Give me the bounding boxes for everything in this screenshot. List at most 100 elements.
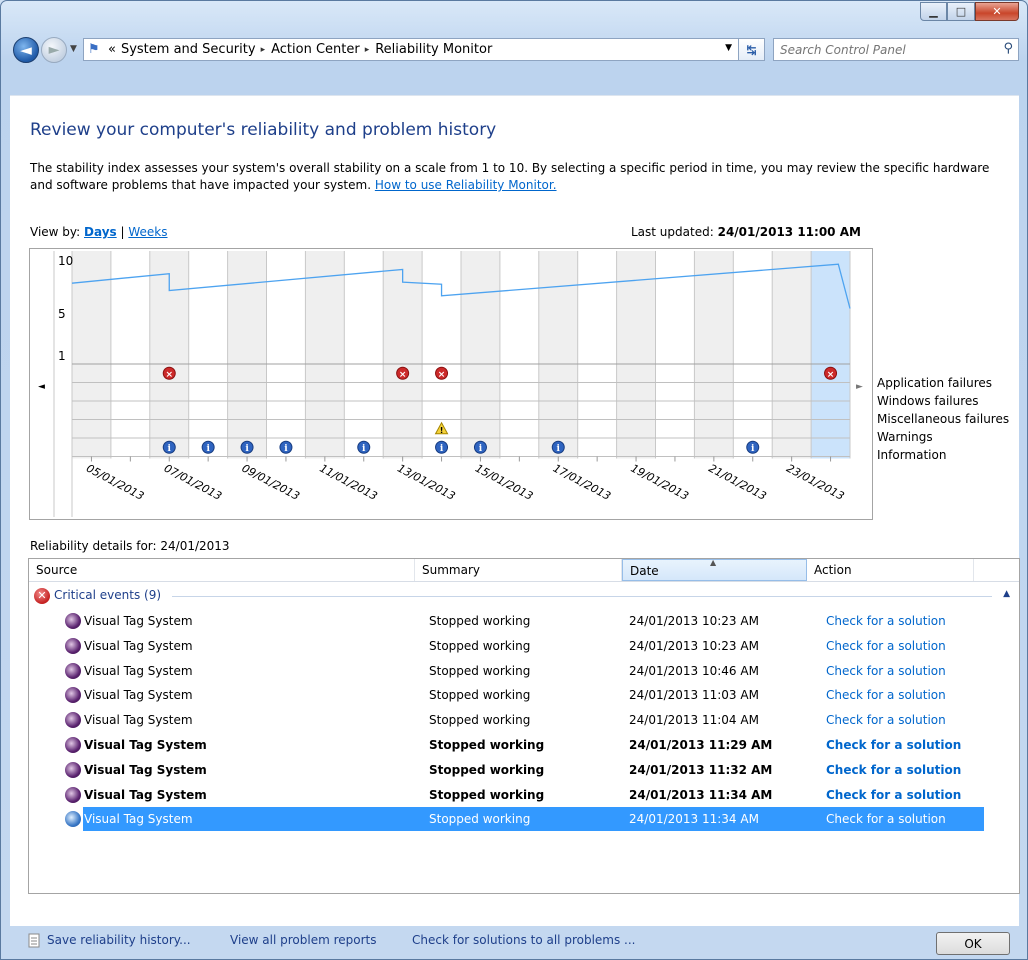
- refresh-button[interactable]: ↹: [739, 38, 765, 61]
- table-row[interactable]: Visual Tag System Stopped working 24/01/20…: [29, 659, 1019, 683]
- check-solution-link[interactable]: Check for a solution: [826, 609, 946, 633]
- column-header-summary[interactable]: Summary: [415, 559, 622, 581]
- sort-ascending-icon: ▲: [710, 558, 717, 567]
- app-icon: [65, 662, 81, 679]
- forward-arrow-icon[interactable]: ►: [41, 37, 67, 63]
- collapse-icon[interactable]: ▲: [1003, 589, 1010, 599]
- row-source: Visual Tag System: [84, 614, 193, 628]
- chart-column[interactable]: [110, 251, 150, 459]
- chart-column[interactable]: [772, 251, 812, 459]
- row-summary: Stopped working: [429, 812, 531, 827]
- svg-text:×: ×: [827, 370, 835, 380]
- app-icon: [65, 712, 81, 729]
- reliability-chart[interactable]: 10 5 1 × × × ×! i i i i i i i i i 05/01/2013 07/01/2013 09…: [29, 248, 873, 520]
- chart-column[interactable]: [655, 251, 695, 459]
- app-icon: [65, 811, 81, 828]
- chart-column[interactable]: [499, 251, 539, 459]
- last-updated: Last updated: 24/01/2013 11:00 AM: [631, 225, 861, 239]
- svg-text:×: ×: [399, 370, 407, 380]
- x-tick-label: 09/01/2013: [240, 462, 302, 503]
- view-all-reports-link[interactable]: View all problem reports: [230, 933, 377, 947]
- table-row[interactable]: Visual Tag System Stopped working 24/01/20…: [29, 733, 1019, 757]
- row-source: Visual Tag System: [84, 663, 193, 678]
- chart-column[interactable]: [266, 251, 306, 459]
- x-tick-label: 21/01/2013: [706, 462, 768, 503]
- table-row[interactable]: Visual Tag System Stopped working 24/01/20…: [29, 683, 1019, 707]
- address-root[interactable]: «: [108, 42, 116, 57]
- ok-button[interactable]: OK: [936, 932, 1010, 955]
- chevron-right-icon[interactable]: ▸: [261, 45, 266, 55]
- address-segment-reliability-monitor[interactable]: Reliability Monitor: [375, 42, 492, 57]
- svg-text:i: i: [245, 444, 249, 454]
- row-date: 24/01/2013 11:29 AM: [629, 738, 773, 752]
- table-row[interactable]: Visual Tag System Stopped working 24/01/20…: [29, 609, 1019, 633]
- check-all-solutions-link[interactable]: Check for solutions to all problems ...: [412, 933, 636, 947]
- search-box[interactable]: ⚲: [773, 38, 1026, 61]
- last-updated-label: Last updated:: [631, 225, 714, 239]
- check-solution-link[interactable]: Check for a solution: [826, 807, 946, 831]
- chart-column[interactable]: [461, 251, 500, 459]
- row-summary: Stopped working: [429, 614, 531, 628]
- help-link[interactable]: How to use Reliability Monitor.: [375, 178, 557, 192]
- x-tick-label: 15/01/2013: [473, 462, 535, 503]
- chevron-right-icon[interactable]: ▸: [365, 45, 370, 55]
- address-segment-system-security[interactable]: System and Security: [121, 42, 256, 57]
- check-solution-link[interactable]: Check for a solution: [826, 683, 946, 707]
- minimize-button[interactable]: ▁: [920, 2, 947, 21]
- app-icon: [65, 687, 81, 704]
- address-segment-action-center[interactable]: Action Center: [271, 42, 360, 57]
- table-row[interactable]: Visual Tag System Stopped working 24/01/20…: [65, 807, 984, 832]
- table-row[interactable]: Visual Tag System Stopped working 24/01/20…: [29, 634, 1019, 658]
- view-days-link[interactable]: Days: [84, 225, 117, 239]
- svg-text:i: i: [206, 444, 210, 454]
- maximize-button[interactable]: □: [947, 2, 975, 21]
- history-dropdown-icon[interactable]: ▼: [70, 44, 77, 54]
- close-button[interactable]: ✕: [975, 2, 1019, 21]
- chart-column[interactable]: [733, 251, 773, 459]
- scroll-right-icon[interactable]: ►: [856, 382, 863, 392]
- check-solution-link[interactable]: Check for a solution: [826, 733, 961, 757]
- table-row[interactable]: Visual Tag System Stopped working 24/01/20…: [29, 708, 1019, 732]
- chart-column[interactable]: [811, 251, 850, 459]
- view-weeks-link[interactable]: Weeks: [128, 225, 167, 239]
- scroll-left-icon[interactable]: ◄: [38, 382, 45, 392]
- check-solution-link[interactable]: Check for a solution: [826, 783, 961, 807]
- app-icon: [65, 613, 81, 629]
- chart-column[interactable]: [344, 251, 384, 459]
- column-header-date-label: Date: [630, 564, 659, 578]
- check-solution-link[interactable]: Check for a solution: [826, 659, 946, 683]
- caption-buttons: ▁ □ ✕: [920, 2, 1019, 21]
- table-row[interactable]: Visual Tag System Stopped working 24/01/20…: [29, 783, 1019, 807]
- address-dropdown-icon[interactable]: ▼: [725, 43, 732, 53]
- legend-windows-failures: Windows failures: [877, 394, 979, 408]
- row-date: 24/01/2013 10:23 AM: [629, 614, 759, 628]
- svg-text:i: i: [440, 444, 444, 454]
- check-solution-link[interactable]: Check for a solution: [826, 758, 961, 782]
- search-icon[interactable]: ⚲: [1003, 41, 1013, 56]
- app-icon: [65, 786, 81, 803]
- chart-column[interactable]: [694, 251, 734, 459]
- chart-column[interactable]: [305, 251, 345, 459]
- column-header-action[interactable]: Action: [807, 559, 974, 581]
- details-table[interactable]: Source Summary ▲ Date Action ✕ Critical …: [28, 558, 1020, 894]
- critical-events-group[interactable]: ✕ Critical events (9) ▲: [34, 587, 1014, 605]
- save-document-icon: [28, 933, 40, 948]
- chart-column[interactable]: [538, 251, 578, 459]
- row-source: Visual Tag System: [84, 738, 207, 752]
- details-label: Reliability details for: 24/01/2013: [30, 539, 230, 553]
- chart-column[interactable]: [188, 251, 228, 459]
- x-tick-label: 19/01/2013: [629, 462, 691, 503]
- svg-text:×: ×: [438, 370, 446, 380]
- chart-column[interactable]: [616, 251, 656, 459]
- y-tick-label: 10: [58, 254, 73, 268]
- check-solution-link[interactable]: Check for a solution: [826, 634, 946, 658]
- search-input[interactable]: [774, 39, 1026, 60]
- column-header-date[interactable]: ▲ Date: [622, 558, 807, 581]
- save-history-link[interactable]: Save reliability history...: [47, 933, 191, 947]
- column-header-source[interactable]: Source: [29, 559, 415, 581]
- address-bar[interactable]: ⚑ « System and Security ▸ Action Center …: [83, 38, 739, 61]
- check-solution-link[interactable]: Check for a solution: [826, 708, 946, 732]
- back-arrow-icon[interactable]: ◄: [13, 37, 39, 63]
- reliability-chart-svg[interactable]: 10 5 1 × × × ×! i i i i i i i i i 05/01/2013 07/01/2013 09…: [30, 249, 872, 519]
- table-row[interactable]: Visual Tag System Stopped working 24/01/20…: [29, 758, 1019, 782]
